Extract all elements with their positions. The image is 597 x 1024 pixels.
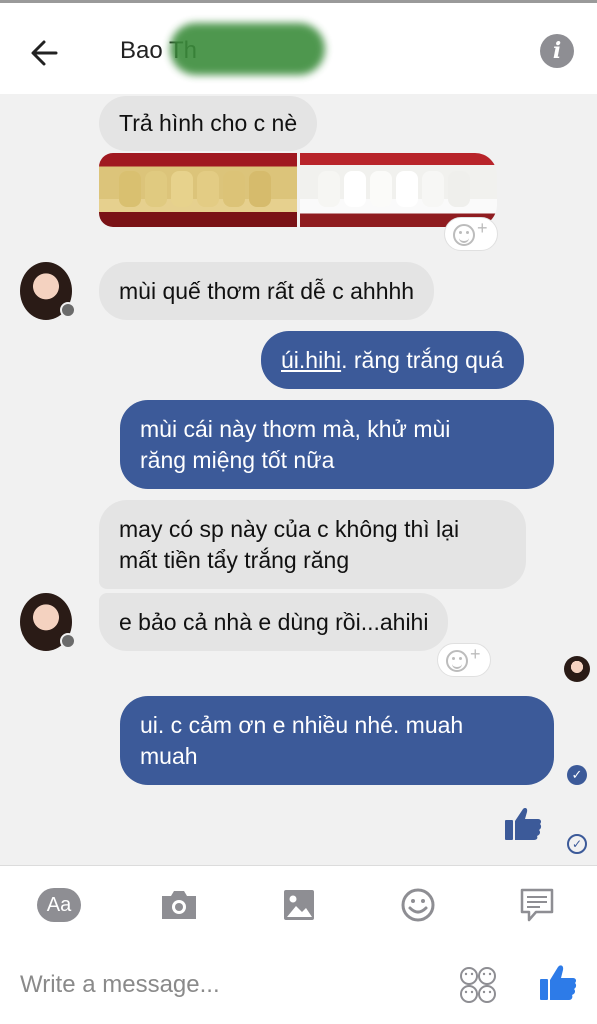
info-icon[interactable]: i bbox=[540, 34, 574, 68]
sticker-message-icon[interactable] bbox=[516, 888, 558, 922]
name-redaction bbox=[170, 23, 325, 75]
message-incoming[interactable]: e bảo cả nhà e dùng rồi...ahihi bbox=[99, 593, 449, 651]
delivered-check-icon: ✓ bbox=[567, 765, 587, 785]
message-incoming[interactable]: Trả hình cho c nè bbox=[99, 96, 318, 151]
smiley-icon bbox=[453, 224, 475, 246]
messenger-badge-icon bbox=[60, 633, 76, 649]
message-incoming[interactable]: may có sp này của c không thì lại mất ti… bbox=[99, 500, 526, 589]
message-text: . răng trắng quá bbox=[341, 346, 504, 373]
smiley-icon bbox=[446, 650, 468, 672]
message-outgoing[interactable]: úi.hihi. răng trắng quá bbox=[261, 331, 524, 389]
message-composer bbox=[0, 945, 597, 1024]
teeth-photo-before[interactable] bbox=[99, 153, 297, 227]
plus-icon: + bbox=[477, 218, 488, 238]
message-line: mùi cái này thơm mà, khử mùi bbox=[140, 415, 451, 442]
contact-avatar[interactable] bbox=[20, 262, 76, 320]
message-line: muah bbox=[140, 742, 198, 769]
thumbs-up-icon[interactable] bbox=[503, 803, 543, 843]
composer-toolbar: Aa bbox=[0, 865, 597, 945]
message-text: mùi quế thơm rất dễ c ahhhh bbox=[119, 277, 415, 304]
message-incoming[interactable]: mùi quế thơm rất dễ c ahhhh bbox=[99, 262, 435, 320]
plus-icon: + bbox=[470, 644, 481, 664]
messenger-badge-icon bbox=[60, 302, 76, 318]
gallery-icon[interactable] bbox=[278, 888, 320, 922]
contact-avatar[interactable] bbox=[20, 593, 76, 651]
conversation-header: Bao Th i bbox=[0, 0, 597, 94]
add-reaction-button[interactable]: + bbox=[444, 217, 498, 251]
message-text: e bảo cả nhà e dùng rồi...ahihi bbox=[119, 608, 429, 635]
message-line: may có sp này của c không thì lại bbox=[119, 515, 460, 542]
teeth-photo-after[interactable] bbox=[300, 153, 497, 227]
text-format-button[interactable]: Aa bbox=[37, 888, 81, 922]
message-outgoing[interactable]: ui. c cảm ơn e nhiều nhé. muah muah bbox=[120, 696, 554, 785]
like-icon[interactable] bbox=[538, 961, 578, 1003]
camera-icon[interactable] bbox=[158, 888, 200, 922]
seen-avatar bbox=[564, 656, 590, 682]
message-line: mất tiền tẩy trắng răng bbox=[119, 546, 350, 573]
arrow-left-icon[interactable] bbox=[26, 33, 66, 73]
message-text: Trả hình cho c nè bbox=[119, 110, 298, 136]
sent-check-icon: ✓ bbox=[567, 834, 587, 854]
message-line: ui. c cảm ơn e nhiều nhé. muah bbox=[140, 711, 464, 738]
message-link[interactable]: úi.hihi bbox=[281, 345, 341, 376]
message-line: răng miệng tốt nữa bbox=[140, 446, 335, 473]
add-reaction-button[interactable]: + bbox=[437, 643, 491, 677]
message-input[interactable] bbox=[20, 967, 420, 1003]
emoji-icon[interactable] bbox=[397, 888, 439, 922]
emoji-set-icon[interactable] bbox=[458, 965, 498, 1005]
message-outgoing[interactable]: mùi cái này thơm mà, khử mùi răng miệng … bbox=[120, 400, 554, 489]
